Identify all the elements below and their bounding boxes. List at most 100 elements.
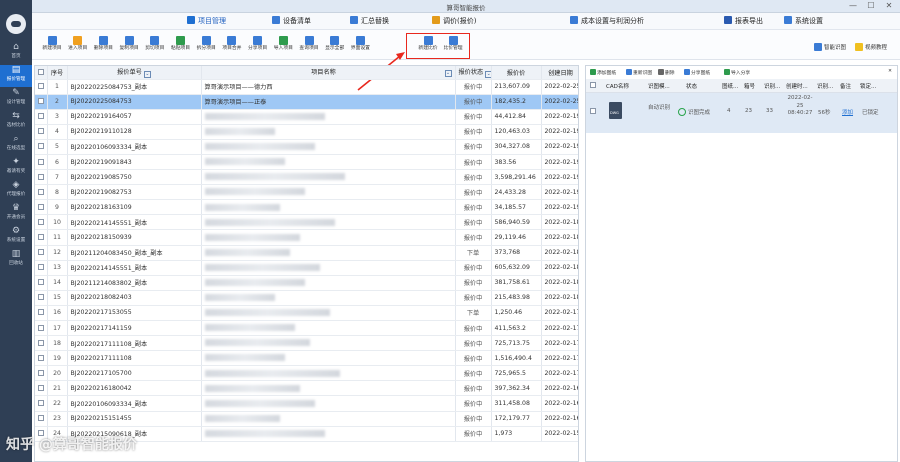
row-checkbox[interactable] bbox=[35, 305, 48, 322]
menu-item-0[interactable]: 项目管理 bbox=[187, 16, 226, 26]
sidebar-item-9[interactable]: ▥ 回收站 bbox=[0, 249, 32, 271]
close-button[interactable]: ✕ bbox=[880, 0, 898, 13]
row-checkbox[interactable] bbox=[35, 245, 48, 261]
row-checkbox[interactable] bbox=[35, 169, 48, 186]
table-row[interactable]: 10 BJ20220214145551_副本 报价中 586,940.59 2022-0… bbox=[35, 214, 578, 231]
row-checkbox[interactable] bbox=[35, 214, 48, 231]
filter-dropdown-icon[interactable]: ⌄ bbox=[143, 70, 151, 78]
col-recognize-mode[interactable]: 识图模... bbox=[648, 82, 670, 90]
panel-close-button[interactable]: ✕ bbox=[888, 69, 892, 74]
table-row[interactable]: 14 BJ20211214083802_副本 报价中 381,758.61 2022-0… bbox=[35, 275, 578, 291]
col-status[interactable]: 状态 bbox=[686, 82, 697, 90]
table-row[interactable]: 15 BJ20220218082403 报价中 215,483.98 2022-02-1… bbox=[35, 290, 578, 306]
menu-item-3[interactable]: 调价(报价) bbox=[432, 16, 476, 26]
table-row[interactable]: 9 BJ20220218163109 报价中 34,185.57 2022-02-19 bbox=[35, 199, 578, 216]
row-checkbox[interactable] bbox=[35, 94, 48, 110]
col-locked[interactable]: 锁定... bbox=[860, 82, 876, 90]
row-checkbox[interactable] bbox=[590, 108, 596, 115]
menu-item-6[interactable]: 系统设置 bbox=[784, 16, 823, 26]
minimize-button[interactable]: — bbox=[844, 0, 862, 13]
sidebar-item-1[interactable]: ▤ 报价管理 bbox=[0, 65, 32, 87]
col-header-index[interactable]: 序号 bbox=[47, 66, 68, 80]
panel-tool-0[interactable]: 添加图纸 bbox=[590, 69, 616, 76]
row-checkbox[interactable] bbox=[35, 154, 48, 171]
col-note[interactable]: 备注 bbox=[840, 82, 851, 90]
col-duration[interactable]: 识别... bbox=[817, 82, 833, 90]
col-boxes[interactable]: 箱号 bbox=[744, 82, 755, 90]
col-cad-name[interactable]: CAD名称 bbox=[606, 82, 629, 90]
table-row[interactable]: 5 BJ20220106093334_副本 报价中 304,327.08 2022-02… bbox=[35, 139, 578, 155]
row-checkbox[interactable] bbox=[35, 380, 48, 397]
row-checkbox[interactable] bbox=[35, 365, 48, 382]
row-checkbox[interactable] bbox=[35, 320, 48, 337]
row-checkbox[interactable] bbox=[35, 79, 48, 95]
sidebar-item-8[interactable]: ⚙ 系统设置 bbox=[0, 226, 32, 248]
panel-tool-2[interactable]: 删除 bbox=[658, 69, 675, 76]
table-row[interactable]: 12 BJ20211204083450_副本_副本 下单 373,768 2022-02… bbox=[35, 245, 578, 261]
sidebar-item-0[interactable]: ⌂ 首页 bbox=[0, 42, 32, 64]
select-all-checkbox[interactable] bbox=[35, 66, 48, 80]
cell-status: 报价中 bbox=[455, 365, 492, 382]
table-row[interactable]: 23 BJ20220215151455 报价中 172,179.77 2022-02-1… bbox=[35, 411, 578, 427]
table-row[interactable]: 3 BJ20220219164057 报价中 44,412.84 2022-02-19 bbox=[35, 109, 578, 125]
sidebar-item-5[interactable]: ✦ 邀请有奖 bbox=[0, 157, 32, 179]
table-row[interactable]: 21 BJ20220216180042 报价中 397,362.34 2022-02-1… bbox=[35, 380, 578, 397]
table-row[interactable]: 20 BJ20220217105700 报价中 725,965.5 2022-02-17 bbox=[35, 365, 578, 382]
table-row[interactable]: 18 BJ20220217111108_副本 报价中 725,713.75 2022-0… bbox=[35, 335, 578, 352]
col-recognized[interactable]: 识别... bbox=[764, 82, 780, 90]
row-checkbox-header[interactable] bbox=[590, 82, 596, 89]
col-header-status[interactable]: 报价状态 ⌄ bbox=[455, 66, 492, 80]
sidebar-item-2[interactable]: ✎ 设计管理 bbox=[0, 88, 32, 110]
row-checkbox[interactable] bbox=[35, 335, 48, 352]
col-created[interactable]: 创建时... bbox=[786, 82, 808, 90]
col-header-price[interactable]: 报价价 bbox=[491, 66, 542, 80]
sidebar-item-4[interactable]: ⌕ 在线选型 bbox=[0, 134, 32, 156]
table-row[interactable]: 2 BJ20220225084753 算哥演示项目——正泰 报价中 182,435.2 2… bbox=[35, 94, 578, 110]
table-row[interactable]: 1 BJ20220225084753_副本 算哥演示项目——德力西 报价中 213,60… bbox=[35, 79, 578, 95]
panel-tool-3[interactable]: 分享图纸 bbox=[684, 69, 710, 76]
toolbar-right-button-1[interactable]: 视频教程 bbox=[855, 43, 887, 51]
row-checkbox[interactable] bbox=[35, 290, 48, 306]
row-checkbox[interactable] bbox=[35, 124, 48, 140]
table-row[interactable]: 13 BJ20220214145551_副本 报价中 605,632.09 2022-0… bbox=[35, 260, 578, 276]
col-header-quote-no[interactable]: 报价单号 ⌄ bbox=[67, 66, 202, 80]
cell-note-link[interactable]: 添加 bbox=[842, 108, 853, 116]
row-checkbox[interactable] bbox=[35, 395, 48, 412]
row-checkbox[interactable] bbox=[35, 229, 48, 246]
col-sheets[interactable]: 图纸... bbox=[722, 82, 738, 90]
filter-dropdown-icon[interactable]: ⌄ bbox=[444, 70, 452, 78]
table-row[interactable]: 22 BJ20220106093334_副本 报价中 311,458.08 2022-0… bbox=[35, 395, 578, 412]
row-checkbox[interactable] bbox=[35, 275, 48, 291]
maximize-button[interactable]: ☐ bbox=[862, 0, 880, 13]
toolbar-button-12[interactable]: 界面设置 bbox=[345, 36, 375, 53]
col-header-project-name[interactable]: 项目名称 ⌄ bbox=[201, 66, 456, 80]
row-checkbox[interactable] bbox=[35, 350, 48, 367]
row-checkbox[interactable] bbox=[35, 109, 48, 125]
sidebar-item-6[interactable]: ◈ 代理报价 bbox=[0, 180, 32, 202]
row-checkbox[interactable] bbox=[35, 199, 48, 216]
table-row[interactable]: 6 BJ20220219091843 报价中 383.56 2022-02-19 bbox=[35, 154, 578, 171]
toolbar-right-button-0[interactable]: 智能识图 bbox=[814, 43, 846, 51]
table-row[interactable]: 4 BJ20220219110128 报价中 120,463.03 2022-02-19 bbox=[35, 124, 578, 140]
table-row[interactable]: 11 BJ20220218150939 报价中 29,119.46 2022-02-18 bbox=[35, 229, 578, 246]
sidebar-item-3[interactable]: ⇆ 选材比价 bbox=[0, 111, 32, 133]
panel-tool-1[interactable]: 重新识图 bbox=[626, 69, 652, 76]
table-row[interactable]: 16 BJ20220217153055 下单 1,250.46 2022-02-17 bbox=[35, 305, 578, 322]
row-checkbox[interactable] bbox=[35, 184, 48, 201]
filter-dropdown-icon[interactable]: ⌄ bbox=[485, 70, 490, 78]
row-checkbox[interactable] bbox=[35, 260, 48, 276]
menu-item-4[interactable]: 成本设置与利润分析 bbox=[570, 16, 644, 26]
table-row[interactable]: 8 BJ20220219082753 报价中 24,433.28 2022-02-19 bbox=[35, 184, 578, 201]
table-row[interactable]: 7 BJ20220219085750 报价中 3,598,291.46 2022-02-… bbox=[35, 169, 578, 186]
menu-item-5[interactable]: 报表导出 bbox=[724, 16, 763, 26]
menu-item-1[interactable]: 设备清单 bbox=[272, 16, 311, 26]
col-header-created[interactable]: 创建日期 bbox=[541, 66, 578, 80]
sidebar-item-7[interactable]: ♛ 开通会员 bbox=[0, 203, 32, 225]
table-row[interactable]: 19 BJ20220217111108 报价中 1,516,490.4 2022-02-… bbox=[35, 350, 578, 367]
menu-item-2[interactable]: 汇总替换 bbox=[350, 16, 389, 26]
table-row[interactable]: 17 BJ20220217141159 报价中 411,563.2 2022-02-17 bbox=[35, 320, 578, 337]
panel-tool-4[interactable]: 导入分享 bbox=[724, 69, 750, 76]
cad-row[interactable]: DWG 自动识别 识图完成 4 23 33 2022-02-25 08:40:2… bbox=[586, 93, 897, 133]
row-checkbox[interactable] bbox=[35, 139, 48, 155]
row-checkbox[interactable] bbox=[35, 411, 48, 427]
